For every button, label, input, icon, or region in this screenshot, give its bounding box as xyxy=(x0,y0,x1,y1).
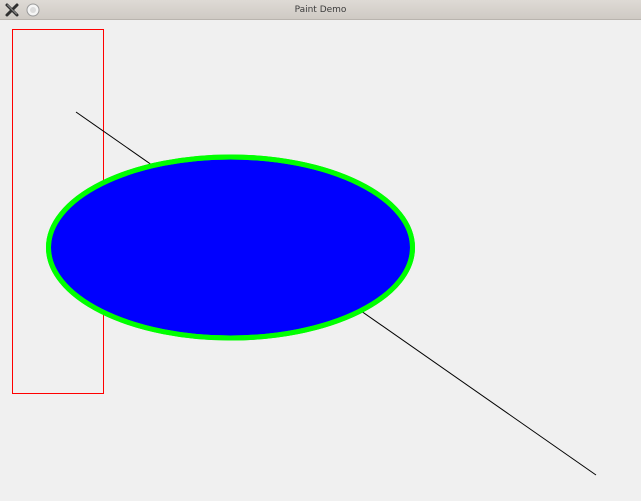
app-window: Paint Demo xyxy=(0,0,641,501)
title-bar[interactable]: Paint Demo xyxy=(0,0,641,20)
window-title: Paint Demo xyxy=(294,5,347,15)
paint-surface[interactable] xyxy=(0,20,641,501)
drawing-canvas[interactable] xyxy=(0,20,641,501)
